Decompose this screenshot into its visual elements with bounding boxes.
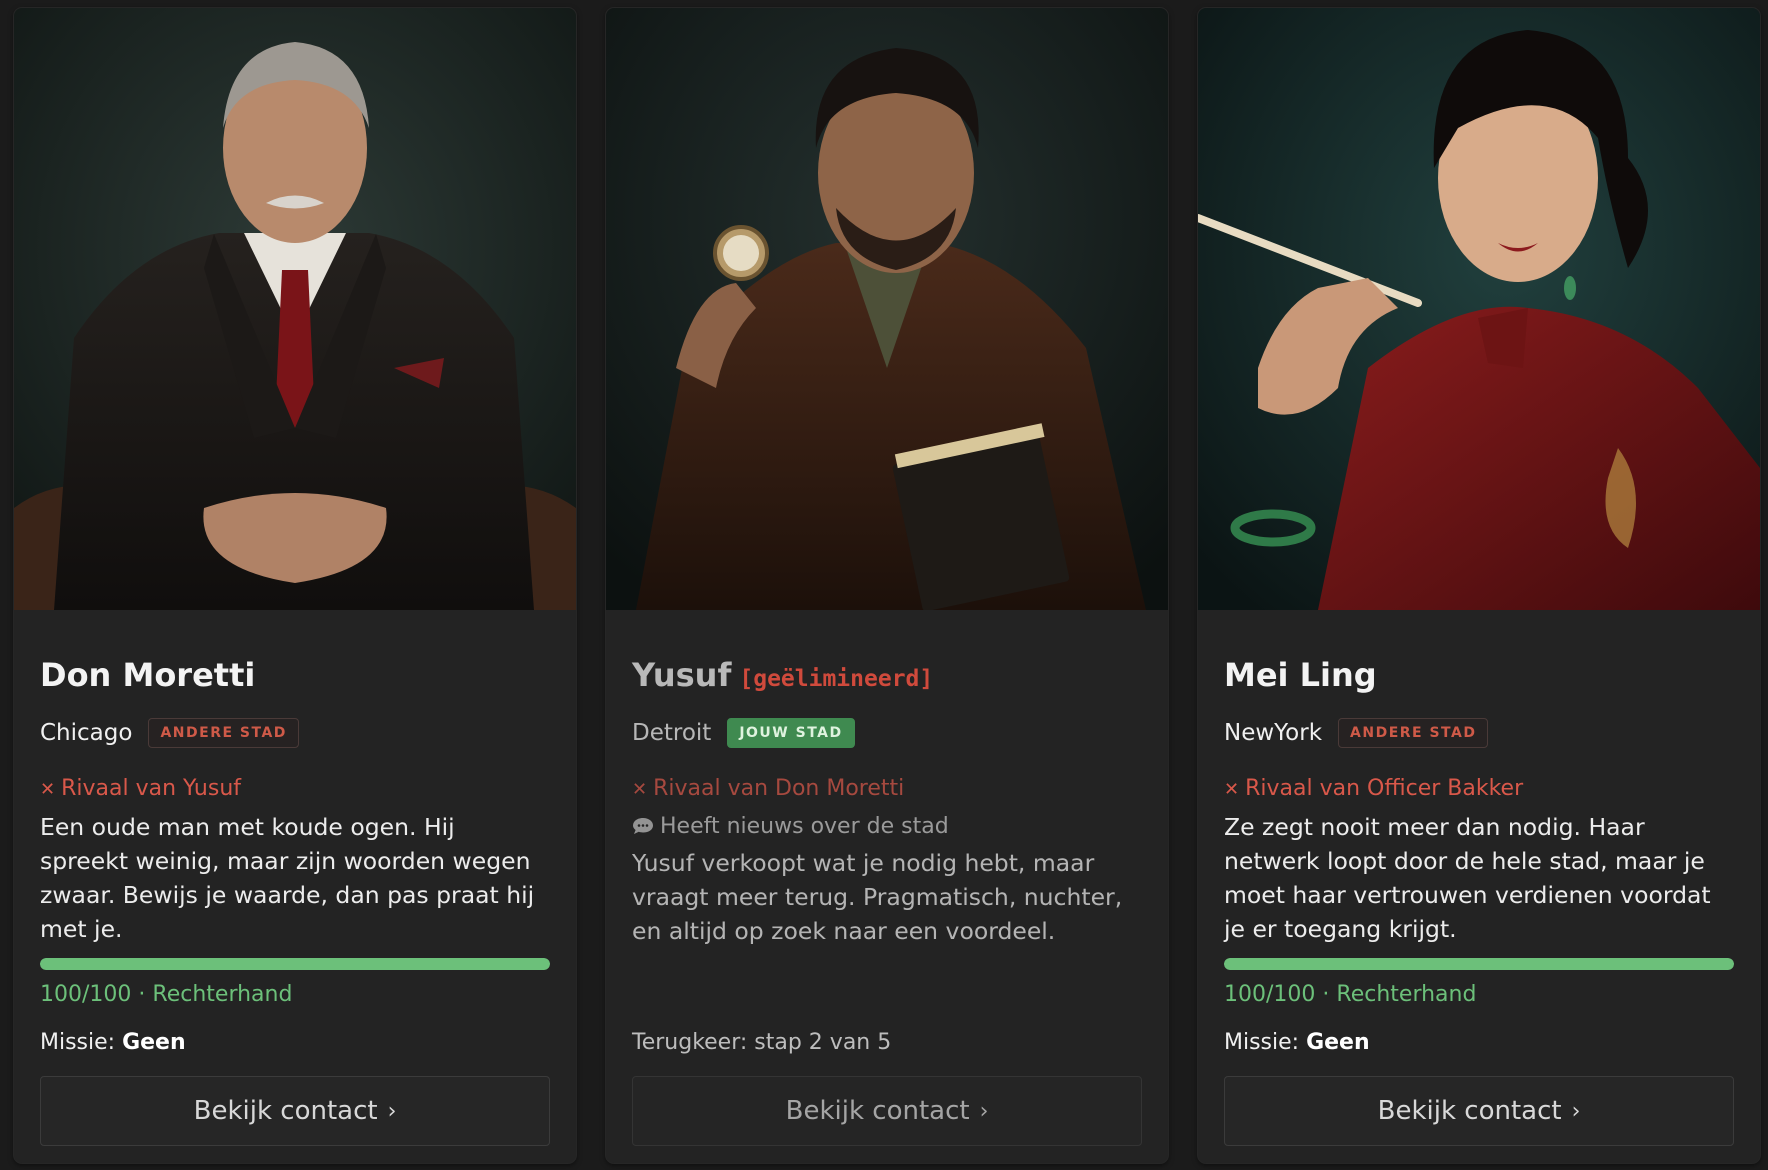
contacts-grid: Don Moretti Chicago ANDERE STAD ✕ Rivaal … bbox=[14, 8, 1760, 1163]
chevron-right-icon: › bbox=[387, 1098, 397, 1124]
city-badge-own: JOUW STAD bbox=[727, 718, 855, 748]
relation-progress-fill bbox=[1224, 958, 1734, 970]
rival-line: ✕ Rivaal van Yusuf bbox=[40, 776, 242, 801]
return-step: Terugkeer: stap 2 van 5 bbox=[632, 1030, 892, 1055]
mission-status: Missie: Geen bbox=[40, 1030, 186, 1055]
rival-x-icon: ✕ bbox=[40, 779, 56, 800]
city-badge-other: ANDERE STAD bbox=[148, 718, 299, 748]
rival-x-icon: ✕ bbox=[632, 779, 648, 800]
portrait-image bbox=[606, 8, 1168, 610]
relation-progress-bar bbox=[1224, 958, 1734, 970]
city-badge-other: ANDERE STAD bbox=[1338, 718, 1489, 748]
contact-description: Ze zegt nooit meer dan nodig. Haar netwe… bbox=[1224, 813, 1711, 943]
view-contact-button[interactable]: Bekijk contact › bbox=[1224, 1076, 1734, 1146]
portrait-image bbox=[14, 8, 576, 610]
contact-card-don-moretti: Don Moretti Chicago ANDERE STAD ✕ Rivaal … bbox=[14, 8, 576, 1163]
chevron-right-icon: › bbox=[979, 1098, 989, 1124]
rival-x-icon: ✕ bbox=[1224, 779, 1240, 800]
view-contact-button[interactable]: Bekijk contact › bbox=[40, 1076, 550, 1146]
relation-status: 100/100 · Rechterhand bbox=[1224, 982, 1477, 1007]
contact-card-yusuf: Yusuf [geëlimineerd] Detroit JOUW STAD ✕ R… bbox=[606, 8, 1168, 1163]
relation-progress-fill bbox=[40, 958, 550, 970]
eliminated-tag: [geëlimineerd] bbox=[739, 666, 934, 692]
contact-description: Yusuf verkoopt wat je nodig hebt, maar v… bbox=[632, 849, 1123, 945]
contact-city: Chicago bbox=[40, 720, 133, 746]
rival-line: ✕ Rivaal van Don Moretti bbox=[632, 776, 905, 801]
contact-card-mei-ling: Mei Ling NewYork ANDERE STAD ✕ Rivaal van… bbox=[1198, 8, 1760, 1163]
contact-description: Een oude man met koude ogen. Hij spreekt… bbox=[40, 813, 535, 943]
contact-city: NewYork bbox=[1224, 720, 1323, 746]
relation-status: 100/100 · Rechterhand bbox=[40, 982, 293, 1007]
contact-city: Detroit bbox=[632, 720, 712, 746]
news-line: Heeft nieuws over de stad bbox=[632, 814, 949, 839]
portrait-image bbox=[1198, 8, 1760, 610]
speech-bubble-icon bbox=[633, 818, 653, 834]
chevron-right-icon: › bbox=[1571, 1098, 1581, 1124]
view-contact-button[interactable]: Bekijk contact › bbox=[632, 1076, 1142, 1146]
contact-name: Mei Ling bbox=[1224, 656, 1377, 694]
contact-name: Don Moretti bbox=[40, 656, 256, 694]
relation-progress-bar bbox=[40, 958, 550, 970]
contact-name: Yusuf [geëlimineerd] bbox=[632, 656, 934, 694]
rival-line: ✕ Rivaal van Officer Bakker bbox=[1224, 776, 1524, 801]
mission-status: Missie: Geen bbox=[1224, 1030, 1370, 1055]
